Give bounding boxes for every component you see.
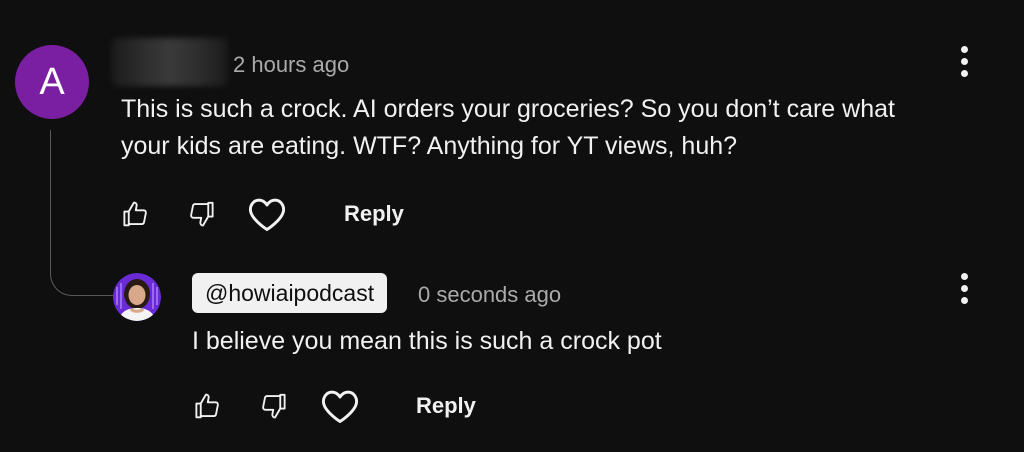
thumbs-down-icon: [262, 393, 286, 419]
more-vert-icon-dot: [960, 45, 968, 53]
reply-timestamp[interactable]: 0 seconds ago: [418, 282, 561, 308]
heart-icon: [321, 390, 359, 424]
reply-author-avatar[interactable]: [113, 273, 161, 321]
reply-heart-button[interactable]: [320, 386, 360, 426]
more-vert-icon-dot: [960, 272, 968, 280]
thumbs-down-icon: [190, 201, 214, 227]
more-vert-icon-dot: [960, 69, 968, 77]
heart-icon: [248, 198, 286, 232]
commenter-avatar[interactable]: A: [15, 45, 89, 119]
comment-heart-button[interactable]: [247, 194, 287, 234]
comment-text: This is such a crock. AI orders your gro…: [121, 91, 895, 165]
thumbs-up-icon: [195, 393, 219, 419]
reply-more-actions-button[interactable]: [952, 268, 976, 308]
comment-reply-button[interactable]: Reply: [344, 201, 404, 227]
thumbs-up-icon: [123, 201, 147, 227]
more-vert-icon-dot: [960, 296, 968, 304]
more-vert-icon-dot: [960, 57, 968, 65]
comment-like-button[interactable]: [115, 194, 155, 234]
reply-dislike-button[interactable]: [254, 386, 294, 426]
comment-more-actions-button[interactable]: [952, 41, 976, 81]
avatar-photo-icon: [113, 273, 161, 321]
reply-text: I believe you mean this is such a crock …: [192, 327, 662, 355]
comment-dislike-button[interactable]: [182, 194, 222, 234]
reply-like-button[interactable]: [187, 386, 227, 426]
reply-author-handle[interactable]: @howiaipodcast: [192, 273, 388, 313]
comment-timestamp[interactable]: 2 hours ago: [233, 52, 349, 78]
redacted-commenter-name[interactable]: [112, 38, 228, 86]
comment-text-line-1: This is such a crock. AI orders your gro…: [121, 95, 895, 123]
thread-connector-line: [50, 130, 116, 296]
reply-reply-button[interactable]: Reply: [416, 393, 476, 419]
comment-text-line-2: your kids are eating. WTF? Anything for …: [121, 132, 738, 160]
more-vert-icon-dot: [960, 284, 968, 292]
